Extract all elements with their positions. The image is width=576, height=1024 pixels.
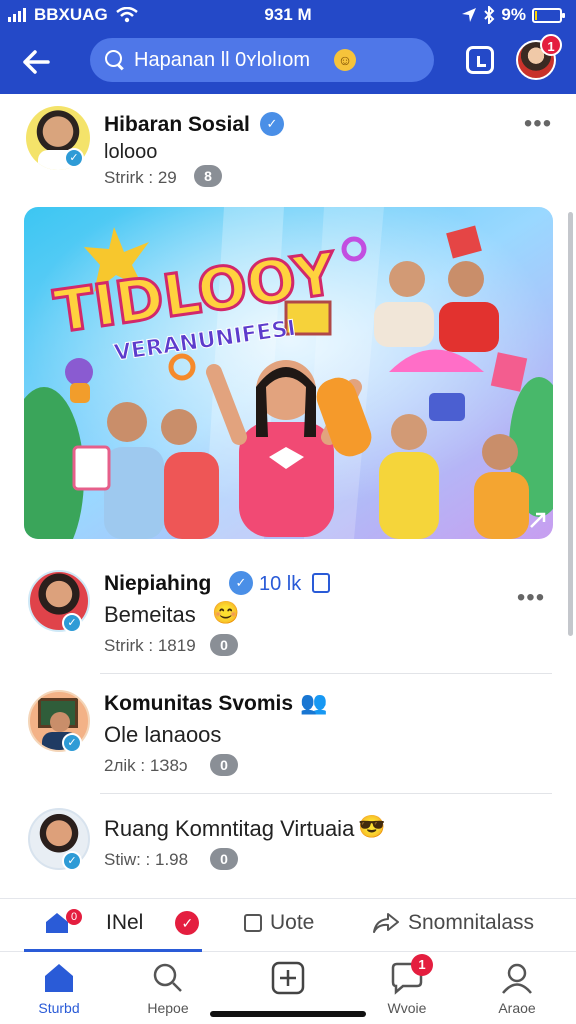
post-meta: Strirk : 29 (104, 168, 177, 187)
top-navigation-bar: ☺ 1 (0, 30, 576, 94)
list-item-subtitle: Bemeitas (104, 602, 196, 627)
home-icon (41, 960, 77, 996)
list-item-more-options-button[interactable]: ••• (516, 586, 546, 612)
nav-item-home[interactable]: Sturbd (14, 960, 104, 1016)
battery-level (535, 10, 537, 20)
emoji-icon: ☺ (334, 49, 356, 71)
back-button[interactable] (16, 42, 56, 82)
home-feed-tab[interactable]: 0 INel ✓ (44, 909, 200, 935)
nav-item-label: Hepoe (147, 1000, 189, 1016)
notification-badge: 1 (540, 34, 562, 56)
post-action-bar: 0 INel ✓ Uote Snomnitalass (0, 898, 576, 952)
post-subtitle: lolooo (104, 141, 158, 163)
checkbox-icon (244, 914, 262, 932)
post-count-badge: 8 (194, 165, 222, 187)
search-input[interactable] (134, 48, 334, 72)
list-item-meta: Strirk : 1819 (104, 636, 196, 655)
profile-icon (499, 960, 535, 996)
list-item-badge: 0 (210, 848, 238, 870)
status-bar: BBXUAG 931 M 9% (0, 0, 576, 30)
post-more-options-button[interactable]: ••• (523, 112, 553, 138)
nav-item-search[interactable]: Hepoe (123, 960, 213, 1016)
app-screen: BBXUAG 931 M 9% Hapanan ll 0ʏlolıom ☺ 1 … (0, 0, 576, 1024)
banner-illustration: TIDLOOY VERANUNIFESI (24, 207, 553, 539)
list-divider (100, 793, 552, 794)
nav-item-create[interactable] (243, 960, 333, 1000)
list-item-badge: 0 (210, 754, 238, 776)
list-item-subtitle: Ole lanaoos (104, 722, 222, 747)
list-item-title[interactable]: Komunitas Svomis (104, 692, 293, 716)
search-icon (104, 49, 126, 71)
verified-check-icon: ✓ (64, 148, 84, 168)
nav-item-profile[interactable]: Araoe (472, 960, 562, 1016)
nav-item-label: Wvoie (387, 1000, 427, 1016)
search-bar[interactable]: ☺ (90, 38, 434, 82)
calendar-icon (312, 573, 330, 593)
chat-badge: 1 (411, 954, 433, 976)
status-right: 9% (461, 5, 565, 25)
scrollbar[interactable] (568, 212, 573, 636)
share-button[interactable]: Snomnitalass (372, 911, 534, 935)
verified-badge-icon: ✓ (229, 571, 253, 595)
group-icon: 👥 (300, 690, 328, 715)
vote-label: Uote (270, 911, 315, 934)
emoji-icon: 😊 (212, 600, 240, 625)
plus-square-icon (270, 960, 306, 996)
verified-check-icon: ✓ (62, 733, 82, 753)
list-item-meta: 2лik : 1З8ɔ (104, 756, 188, 775)
heart-badge-icon: ✓ (175, 911, 200, 935)
share-icon (373, 913, 399, 933)
tab-badge: 0 (66, 909, 82, 925)
list-item-meta: Stiw: : 1.98 (104, 850, 189, 869)
search-icon (150, 960, 186, 996)
verified-badge-icon: ✓ (260, 112, 284, 136)
emoji-icon: 😎 (358, 814, 386, 839)
verified-check-icon: ✓ (62, 613, 82, 633)
list-item-title[interactable]: Ruang Komntitag Virtuaia (104, 816, 354, 842)
list-divider (100, 673, 552, 674)
battery-percent: 9% (501, 5, 526, 24)
messenger-button[interactable] (466, 46, 494, 74)
bluetooth-icon (484, 6, 495, 24)
verified-check-icon: ✓ (62, 851, 82, 871)
arrow-left-icon (23, 50, 50, 74)
post-author-name[interactable]: Hibaran Sosial (104, 113, 250, 137)
home-indicator (210, 1011, 366, 1017)
post-banner-image[interactable]: TIDLOOY VERANUNIFESI (24, 207, 553, 539)
list-item-stat: 10 lk (259, 573, 302, 595)
location-arrow-icon (462, 8, 477, 22)
battery-icon (532, 7, 565, 23)
nav-item-chat[interactable]: 1 Wvoie (362, 954, 452, 1016)
chat-icon: 1 (389, 954, 433, 996)
nav-item-label: Sturbd (38, 1000, 80, 1016)
nav-item-label: Araoe (498, 1000, 536, 1016)
home-feed-label: INel (106, 911, 144, 934)
share-label: Snomnitalass (408, 911, 535, 934)
list-item-title[interactable]: Niepiahing (104, 572, 211, 596)
vote-button[interactable]: Uote (244, 911, 314, 935)
list-item-badge: 0 (210, 634, 238, 656)
